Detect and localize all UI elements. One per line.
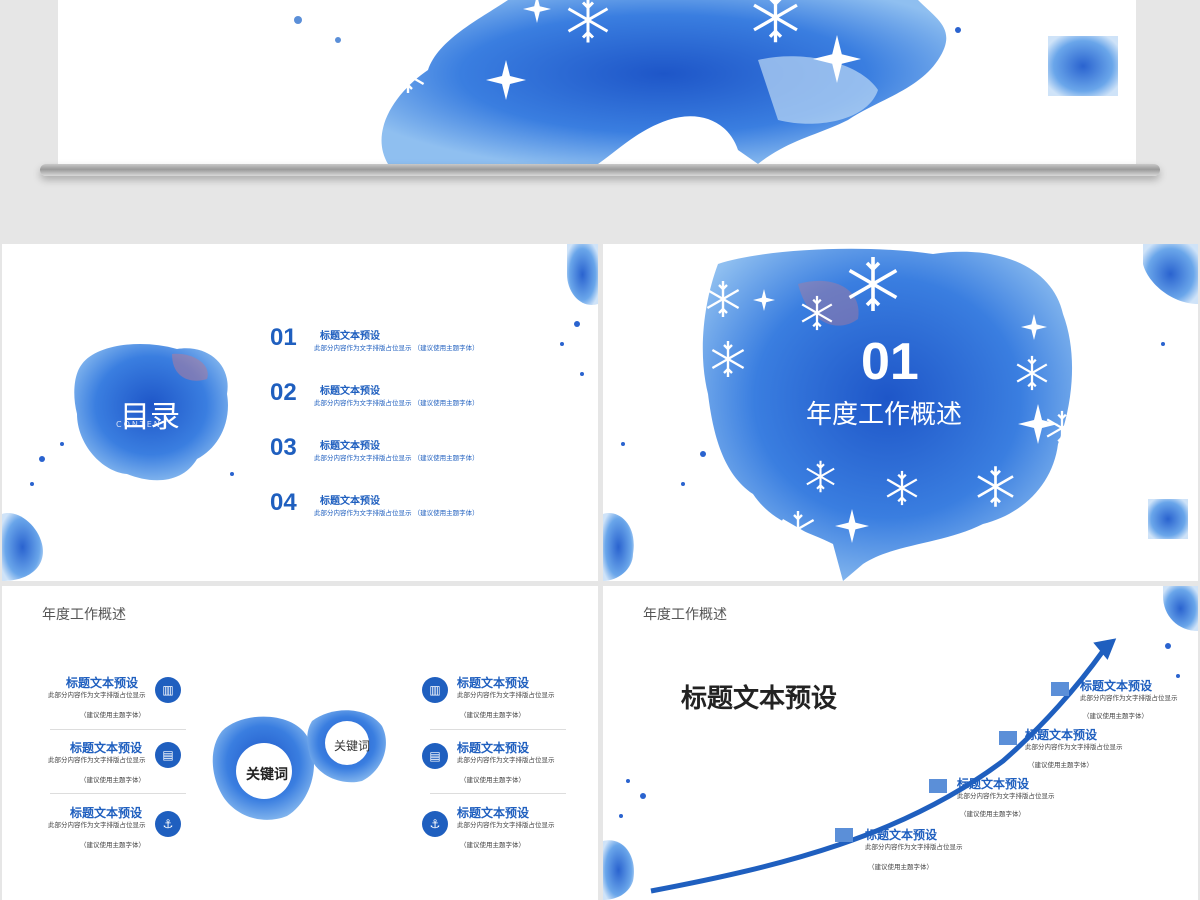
toc-item-3-title[interactable]: 标题文本预设: [320, 437, 380, 452]
right-item-1-note: （建议使用主题字体）: [460, 711, 525, 719]
step-3-desc: 此部分内容作为文字排版占位显示: [1025, 743, 1123, 751]
keyword-splashes: [212, 710, 386, 820]
step-4-desc: 此部分内容作为文字排版占位显示: [1080, 694, 1178, 702]
left-item-1-desc: 此部分内容作为文字排版占位显示: [48, 691, 146, 699]
right-item-3-note: （建议使用主题字体）: [460, 841, 525, 849]
toc-subtitle: CONTENT: [116, 420, 169, 429]
step-1-desc: 此部分内容作为文字排版占位显示: [865, 843, 963, 851]
right-item-1-desc: 此部分内容作为文字排版占位显示: [457, 691, 555, 699]
toc-item-3-desc: 此部分内容作为文字排版占位显示 （建议使用主题字体）: [314, 454, 479, 462]
left-item-2-note: （建议使用主题字体）: [80, 776, 145, 784]
step-2-note: （建议使用主题字体）: [960, 810, 1025, 818]
toc-item-4-desc: 此部分内容作为文字排版占位显示 （建议使用主题字体）: [314, 509, 479, 517]
anchor-icon[interactable]: ⚓: [422, 811, 448, 837]
overview-header: 年度工作概述: [42, 607, 126, 623]
watercolor-splash: [294, 0, 1118, 164]
left-item-3-desc: 此部分内容作为文字排版占位显示: [48, 821, 146, 829]
right-item-2-note: （建议使用主题字体）: [460, 776, 525, 784]
toc-item-1-desc: 此部分内容作为文字排版占位显示 （建议使用主题字体）: [314, 344, 479, 352]
right-item-3-desc: 此部分内容作为文字排版占位显示: [457, 821, 555, 829]
step-2-desc: 此部分内容作为文字排版占位显示: [957, 792, 1055, 800]
divider: [430, 729, 566, 730]
right-item-3-title[interactable]: 标题文本预设: [457, 804, 529, 821]
step-3-title[interactable]: 标题文本预设: [1025, 726, 1097, 743]
left-item-2-desc: 此部分内容作为文字排版占位显示: [48, 756, 146, 764]
toc-item-4-title[interactable]: 标题文本预设: [320, 492, 380, 507]
left-item-3-note: （建议使用主题字体）: [80, 841, 145, 849]
divider: [50, 793, 186, 794]
step-1-title[interactable]: 标题文本预设: [865, 826, 937, 843]
right-item-1-title[interactable]: 标题文本预设: [457, 674, 529, 691]
right-item-2-title[interactable]: 标题文本预设: [457, 739, 529, 756]
divider: [50, 729, 186, 730]
bar-chart-icon[interactable]: ▥: [155, 677, 181, 703]
keyword-small: 关键词: [334, 739, 371, 753]
toc-watercolor: [2, 244, 598, 581]
toc-slide[interactable]: 目录 CONTENT 01 标题文本预设 此部分内容作为文字排版占位显示 （建议…: [2, 244, 598, 581]
section-title: 年度工作概述: [806, 400, 963, 430]
presentation-icon[interactable]: ▤: [155, 742, 181, 768]
toc-item-2-desc: 此部分内容作为文字排版占位显示 （建议使用主题字体）: [314, 399, 479, 407]
toc-num-2: 02: [270, 379, 297, 406]
growth-slide[interactable]: 年度工作概述 标题文本预设 标题文本预设 此部分内容作为文字排版占位显示 （建议…: [603, 586, 1198, 900]
step-4-note: （建议使用主题字体）: [1083, 712, 1148, 720]
left-item-3-title[interactable]: 标题文本预设: [70, 804, 142, 821]
divider: [430, 793, 566, 794]
toc-num-4: 04: [270, 489, 297, 516]
toc-item-2-title[interactable]: 标题文本预设: [320, 382, 380, 397]
hero-slide[interactable]: [58, 0, 1136, 164]
left-item-2-title[interactable]: 标题文本预设: [70, 739, 142, 756]
bar-chart-icon[interactable]: ▥: [422, 677, 448, 703]
right-item-2-desc: 此部分内容作为文字排版占位显示: [457, 756, 555, 764]
toc-title: 目录: [120, 400, 180, 435]
step-4-title[interactable]: 标题文本预设: [1080, 677, 1152, 694]
left-item-1-title[interactable]: 标题文本预设: [66, 674, 138, 691]
step-1-note: （建议使用主题字体）: [868, 863, 933, 871]
presentation-icon[interactable]: ▤: [422, 743, 448, 769]
toc-num-3: 03: [270, 434, 297, 461]
section-slide[interactable]: 01 年度工作概述: [603, 244, 1198, 581]
step-2-title[interactable]: 标题文本预设: [957, 775, 1029, 792]
slide-shelf: [40, 164, 1160, 176]
section-number: 01: [861, 333, 919, 391]
toc-item-1-title[interactable]: 标题文本预设: [320, 327, 380, 342]
left-item-1-note: （建议使用主题字体）: [80, 711, 145, 719]
step-3-note: （建议使用主题字体）: [1028, 761, 1093, 769]
keyword-main: 关键词: [246, 767, 288, 783]
toc-num-1: 01: [270, 324, 297, 351]
overview-slide[interactable]: 年度工作概述 关键词 关键词 标题文本预设 此部分内容作为文字排版占位显示 （建…: [2, 586, 598, 900]
anchor-icon[interactable]: ⚓: [155, 811, 181, 837]
